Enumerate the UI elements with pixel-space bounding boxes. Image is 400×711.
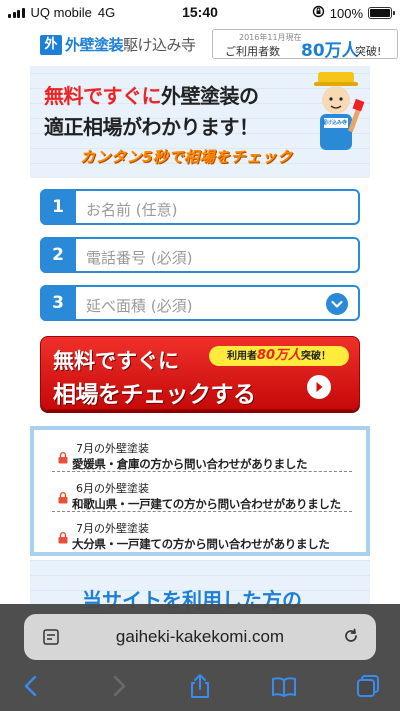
logo-text: 外壁塗装駆け込み寺	[65, 34, 196, 55]
step-number: 1	[40, 189, 76, 225]
hero-title-red: 無料ですぐに	[44, 84, 162, 108]
step-number: 3	[40, 285, 76, 321]
url-text: gaiheki-kakekomi.com	[115, 627, 285, 646]
bookmarks-icon[interactable]	[270, 672, 298, 700]
phone-placeholder: 電話番号 (必須)	[86, 249, 193, 267]
status-right: 100%	[312, 5, 395, 21]
lock-icon	[58, 532, 68, 544]
address-bar[interactable]: gaiheki-kakekomi.com	[24, 614, 376, 660]
cta-badge-suffix: 突破！	[301, 351, 332, 362]
name-field[interactable]: 1 お名前 (任意)	[40, 189, 360, 225]
tabs-icon[interactable]	[354, 672, 382, 700]
logo-text-grey: 駆け込み寺	[123, 36, 196, 54]
share-icon[interactable]	[186, 672, 214, 700]
battery-percent: 100%	[329, 5, 363, 21]
users-count-badge: 2016年11月現在 ご利用者数 80万人 突破!	[212, 29, 398, 61]
phone-field[interactable]: 2 電話番号 (必須)	[40, 237, 360, 273]
inquiry-month: 7月の外壁塗装	[76, 442, 149, 455]
forward-icon[interactable]	[104, 672, 132, 700]
name-placeholder: お名前 (任意)	[86, 201, 178, 219]
inquiry-message: 愛媛県・倉庫の方から問い合わせがありました	[72, 457, 308, 471]
hero-subtitle: 適正相場がわかります！	[44, 115, 259, 139]
mascot-illustration	[314, 72, 365, 150]
hero-banner: 無料ですぐに外壁塗装の 適正相場がわかります！ カンタン5秒で相場をチェック 駆…	[30, 66, 370, 178]
floor-area-select[interactable]: 3 延べ面積 (必須)	[40, 285, 360, 321]
lock-icon	[58, 492, 68, 504]
status-bar: UQ mobile 4G 15:40 100%	[0, 0, 400, 26]
inquiry-month: 6月の外壁塗装	[76, 482, 149, 495]
users-date: 2016年11月現在	[239, 33, 302, 42]
browser-toolbar: gaiheki-kakekomi.com	[0, 604, 400, 711]
arrow-right-icon	[307, 375, 331, 399]
logo-text-blue: 外壁塗装	[65, 36, 124, 54]
site-header: 外 外壁塗装駆け込み寺 2016年11月現在 ご利用者数 80万人 突破!	[30, 28, 398, 62]
list-item: 7月の外壁塗装 大分県・一戸建ての方から問い合わせがありました	[52, 516, 352, 552]
inquiry-feed: 7月の外壁塗装 愛媛県・倉庫の方から問い合わせがありました 6月の外壁塗装 和歌…	[30, 426, 370, 556]
inquiry-month: 7月の外壁塗装	[76, 522, 149, 535]
lock-icon	[58, 452, 68, 464]
hero-title-dark: 外壁塗装の	[161, 84, 259, 108]
chevron-down-icon[interactable]	[326, 293, 348, 315]
mascot-label: 駆け込み寺	[322, 120, 348, 126]
hero-title: 無料ですぐに外壁塗装の	[44, 80, 259, 109]
check-price-button[interactable]: 無料ですぐに 利用者80万人突破！ 相場をチェックする	[40, 336, 360, 410]
users-suffix: 突破!	[355, 45, 382, 58]
battery-fill	[370, 9, 390, 17]
cta-line2: 相場をチェックする	[53, 382, 256, 408]
users-count: 80万人	[301, 41, 359, 61]
list-item: 7月の外壁塗装 愛媛県・倉庫の方から問い合わせがありました	[52, 436, 352, 472]
hero-cta-text: カンタン5秒で相場をチェック	[80, 148, 293, 166]
cta-badge-count: 80万人	[256, 348, 302, 363]
back-icon[interactable]	[18, 672, 46, 700]
list-item: 6月の外壁塗装 和歌山県・一戸建ての方から問い合わせがありました	[52, 476, 352, 512]
battery-icon	[368, 7, 395, 19]
users-label: ご利用者数	[225, 45, 280, 58]
cta-users-badge: 利用者80万人突破！	[209, 346, 349, 366]
logo-mark: 外	[40, 34, 62, 55]
reload-icon[interactable]	[342, 627, 360, 645]
inquiry-message: 大分県・一戸建ての方から問い合わせがありました	[72, 537, 330, 551]
floor-area-placeholder: 延べ面積 (必須)	[86, 297, 193, 315]
site-logo[interactable]: 外 外壁塗装駆け込み寺	[40, 34, 196, 55]
cta-line1: 無料ですぐに	[53, 349, 179, 373]
inquiry-message: 和歌山県・一戸建ての方から問い合わせがありました	[72, 497, 341, 511]
cta-badge-prefix: 利用者	[226, 351, 257, 362]
orientation-lock-icon	[312, 5, 325, 21]
step-number: 2	[40, 237, 76, 273]
